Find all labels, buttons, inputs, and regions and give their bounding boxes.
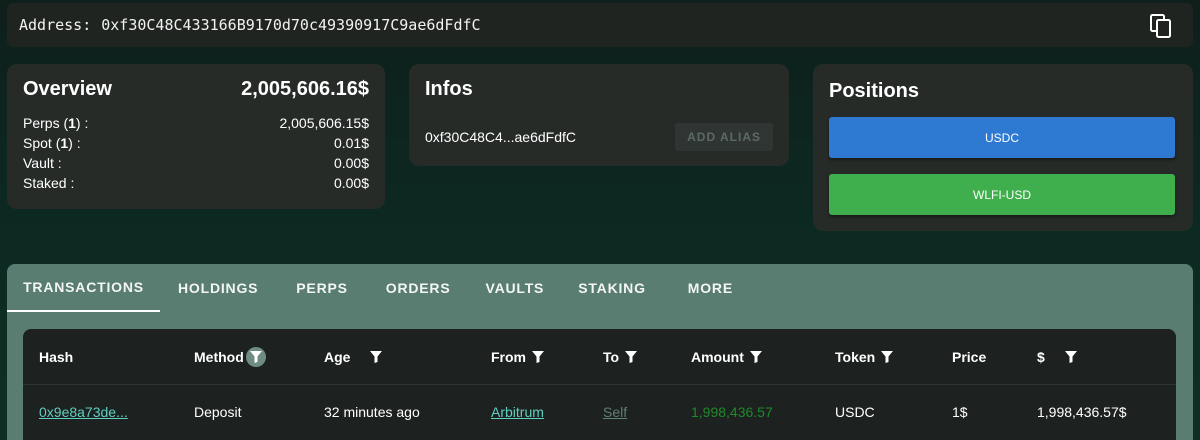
address-value[interactable]: 0xf30C48C433166B9170d70c49390917C9ae6dFd… bbox=[101, 16, 480, 34]
tx-to-link[interactable]: Self bbox=[603, 404, 627, 420]
overview-row-value: 0.00$ bbox=[333, 175, 369, 191]
infos-card: Infos 0xf30C48C4...ae6dFdfC ADD ALIAS bbox=[409, 64, 789, 166]
filter-icon[interactable] bbox=[245, 347, 266, 367]
overview-row-value: 0.00$ bbox=[333, 155, 369, 171]
overview-title: Overview bbox=[23, 78, 112, 100]
table-header: Hash Method Age From To Amount Token Pri… bbox=[23, 329, 1176, 385]
filter-icon[interactable] bbox=[621, 347, 641, 367]
infos-title: Infos bbox=[425, 78, 473, 100]
overview-row-perps: Perps (1) : 2,005,606.15$ bbox=[23, 113, 369, 133]
tab-transactions[interactable]: TRANSACTIONS bbox=[7, 264, 160, 312]
overview-row-staked: Staked : 0.00$ bbox=[23, 173, 369, 193]
overview-row-value: 2,005,606.15$ bbox=[279, 115, 369, 131]
column-header-price: Price bbox=[952, 349, 987, 365]
tx-method: Deposit bbox=[194, 404, 242, 420]
activity-panel: TRANSACTIONS HOLDINGS PERPS ORDERS VAULT… bbox=[7, 264, 1193, 440]
column-header-amount: Amount bbox=[691, 329, 766, 385]
short-address: 0xf30C48C4...ae6dFdfC bbox=[425, 129, 576, 145]
overview-row-label: Spot (1) : bbox=[23, 135, 81, 151]
overview-row-label: Vault : bbox=[23, 155, 62, 171]
address-label: Address: bbox=[19, 16, 92, 34]
transactions-table: Hash Method Age From To Amount Token Pri… bbox=[23, 329, 1176, 440]
filter-icon[interactable] bbox=[746, 347, 766, 367]
filter-icon[interactable] bbox=[877, 347, 897, 367]
overview-row-spot: Spot (1) : 0.01$ bbox=[23, 133, 369, 153]
tx-amount: 1,998,436.57 bbox=[691, 404, 773, 420]
tx-from-link[interactable]: Arbitrum bbox=[491, 404, 544, 420]
tx-token: USDC bbox=[835, 404, 875, 420]
filter-icon[interactable] bbox=[366, 347, 386, 367]
overview-row-value: 0.01$ bbox=[333, 135, 369, 151]
overview-card: Overview 2,005,606.16$ Perps (1) : 2,005… bbox=[7, 64, 385, 209]
tx-age: 32 minutes ago bbox=[324, 404, 420, 420]
column-header-age: Age bbox=[324, 329, 386, 385]
tab-orders[interactable]: ORDERS bbox=[386, 264, 451, 312]
tx-price: 1$ bbox=[952, 404, 968, 420]
tx-usd-value: 1,998,436.57$ bbox=[1037, 404, 1127, 420]
tx-hash-link[interactable]: 0x9e8a73de... bbox=[39, 404, 128, 420]
tab-vaults[interactable]: VAULTS bbox=[485, 264, 544, 312]
copy-icon[interactable] bbox=[1149, 13, 1173, 39]
column-header-hash: Hash bbox=[39, 349, 74, 365]
overview-row-label: Staked : bbox=[23, 175, 75, 191]
address-bar: Address: 0xf30C48C433166B9170d70c4939091… bbox=[7, 3, 1193, 47]
column-header-token: Token bbox=[835, 329, 897, 385]
table-row: 0x9e8a73de... Deposit 32 minutes ago Arb… bbox=[23, 385, 1176, 439]
tab-holdings[interactable]: HOLDINGS bbox=[178, 264, 258, 312]
column-header-usd: $ bbox=[1037, 329, 1081, 385]
tab-perps[interactable]: PERPS bbox=[296, 264, 347, 312]
tab-more[interactable]: MORE bbox=[688, 264, 733, 312]
positions-title: Positions bbox=[829, 80, 920, 102]
tab-staking[interactable]: STAKING bbox=[578, 264, 646, 312]
add-alias-button[interactable]: ADD ALIAS bbox=[675, 123, 773, 151]
position-usdc-button[interactable]: USDC bbox=[829, 117, 1175, 158]
filter-icon[interactable] bbox=[1061, 347, 1081, 367]
column-header-to: To bbox=[603, 329, 641, 385]
filter-icon[interactable] bbox=[528, 347, 548, 367]
overview-row-label: Perps (1) : bbox=[23, 115, 89, 131]
tab-bar: TRANSACTIONS HOLDINGS PERPS ORDERS VAULT… bbox=[7, 264, 1193, 312]
column-header-method: Method bbox=[194, 329, 266, 385]
position-wlfi-usd-button[interactable]: WLFI-USD bbox=[829, 174, 1175, 215]
overview-row-vault: Vault : 0.00$ bbox=[23, 153, 369, 173]
overview-total: 2,005,606.16$ bbox=[241, 78, 369, 100]
positions-card: Positions USDC WLFI-USD bbox=[813, 64, 1193, 231]
column-header-from: From bbox=[491, 329, 548, 385]
